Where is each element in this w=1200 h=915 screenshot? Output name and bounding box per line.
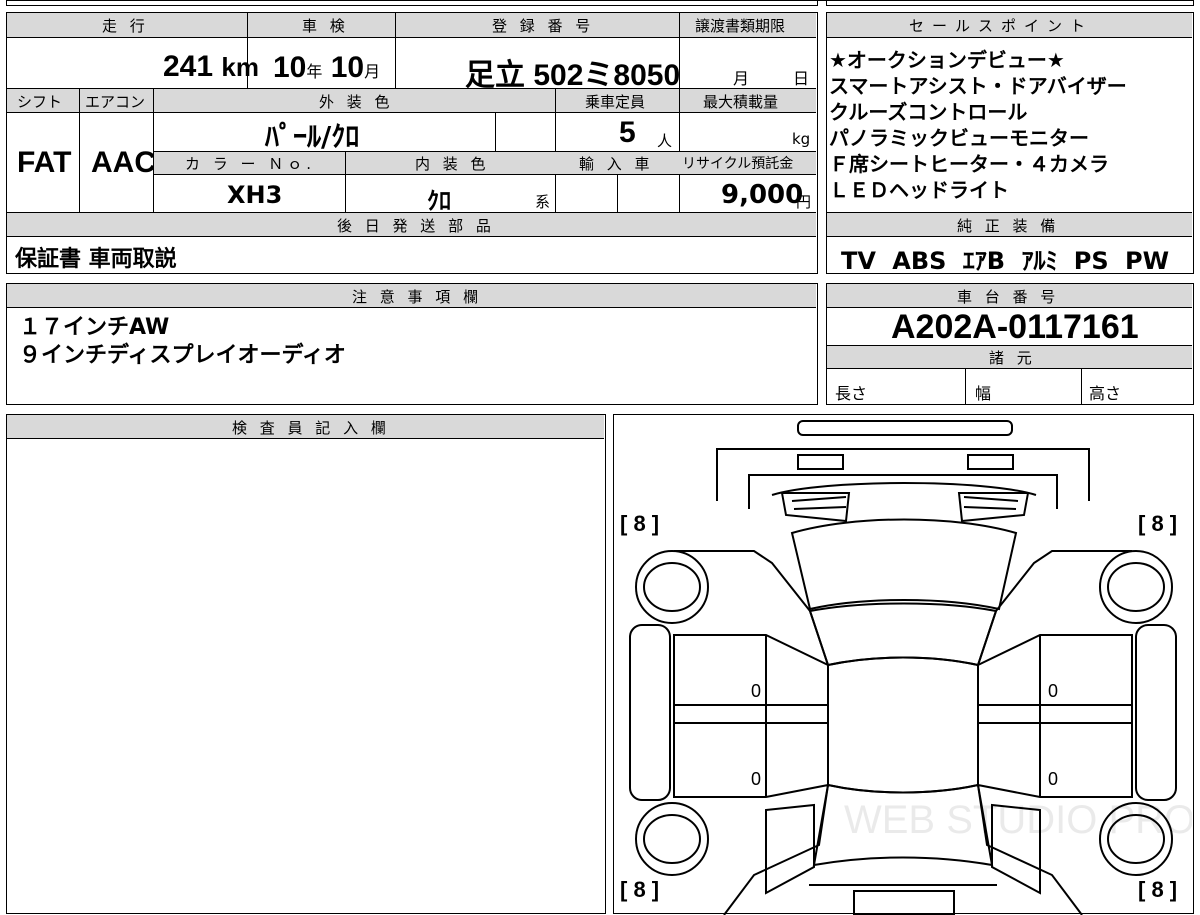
- door-rear-right-score: 0: [1048, 769, 1058, 789]
- aircon-label: エアコン: [85, 93, 146, 111]
- sales-point-line: クルーズコントロール: [829, 100, 1028, 124]
- shaken-label: 車 検: [302, 17, 349, 35]
- shaken-value: 10年 10月: [273, 51, 381, 84]
- inspector-box: 検 査 員 記 入 欄: [6, 414, 606, 914]
- note-line: ９インチディスプレイオーディオ: [19, 343, 346, 368]
- notes-box: 注 意 事 項 欄 １７インチAW ９インチディスプレイオーディオ: [6, 283, 818, 405]
- chassis-box: 車 台 番 号 A202A-0117161 諸 元 長さ 幅 高さ: [826, 283, 1194, 405]
- car-outline-diagram: [ 8 ] [ 8 ] [ 8 ] [ 8 ] 0 0 0 0 WEB STUD…: [620, 420, 1192, 915]
- capacity-label: 乗車定員: [585, 93, 646, 111]
- door-rear-left-score: 0: [751, 769, 761, 789]
- genuine-equipment-label: 純 正 装 備: [957, 217, 1060, 235]
- watermark: WEB STUDIO PRO: [844, 798, 1192, 842]
- transfer-day: 日: [793, 69, 810, 88]
- note-line: １７インチAW: [19, 315, 170, 340]
- import-label: 輸 入 車: [579, 155, 654, 173]
- chassis-value: A202A-0117161: [891, 308, 1139, 346]
- genuine-equipment-value: TV ABS ｴｱB ｱﾙﾐ PS PW: [841, 247, 1170, 275]
- transfer-month: 月: [733, 69, 750, 88]
- later-parts-label: 後 日 発 送 部 品: [337, 217, 495, 235]
- door-front-right-score: 0: [1048, 681, 1058, 701]
- sales-points-label: セールスポイント: [909, 17, 1094, 35]
- sales-point-line: スマートアシスト・ドアバイザー: [829, 74, 1127, 98]
- exterior-color-label: 外 装 色: [319, 93, 394, 111]
- recycle-unit: 円: [796, 193, 812, 211]
- tire-rear-right-rating: [ 8 ]: [1138, 877, 1177, 902]
- top-strip: [6, 0, 818, 6]
- tire-rear-left-rating: [ 8 ]: [620, 877, 659, 902]
- vehicle-diagram: [ 8 ] [ 8 ] [ 8 ] [ 8 ] 0 0 0 0 WEB STUD…: [613, 414, 1194, 915]
- inspector-label: 検 査 員 記 入 欄: [232, 419, 390, 437]
- capacity-value: 5: [619, 116, 636, 149]
- recycle-label: リサイクル預託金: [682, 156, 794, 172]
- chassis-label: 車 台 番 号: [957, 288, 1060, 306]
- sales-point-line: ★オークションデビュー★: [829, 48, 1065, 72]
- registration-label: 登 録 番 号: [492, 17, 595, 35]
- tire-front-left-rating: [ 8 ]: [620, 511, 659, 536]
- interior-color-label: 内 装 色: [415, 155, 490, 173]
- exterior-color-value: ﾊﾟｰﾙ/ｸﾛ: [265, 120, 360, 153]
- color-no-label: カ ラ ー Ｎｏ.: [185, 155, 316, 173]
- door-front-left-score: 0: [751, 681, 761, 701]
- interior-color-value: ｸﾛ: [427, 187, 451, 215]
- mileage-label: 走 行: [102, 17, 149, 35]
- recycle-value: 9,000: [721, 180, 804, 210]
- sales-points-box: セールスポイント ★オークションデビュー★ スマートアシスト・ドアバイザー クル…: [826, 12, 1194, 275]
- spec-length-label: 長さ: [835, 384, 868, 403]
- interior-color-suffix: 系: [535, 193, 551, 211]
- vehicle-info-table: 走 行 車 検 登 録 番 号 譲渡書類期限 241 km 10年 10月 足立…: [6, 12, 818, 274]
- sales-point-line: Ｆ席シートヒーター・４カメラ: [829, 152, 1109, 176]
- capacity-unit: 人: [657, 132, 673, 150]
- max-load-label: 最大積載量: [703, 93, 779, 111]
- specs-label: 諸 元: [989, 349, 1036, 367]
- spec-width-label: 幅: [975, 384, 992, 403]
- tire-front-right-rating: [ 8 ]: [1138, 511, 1177, 536]
- top-strip-right: [826, 0, 1194, 6]
- later-parts-value: 保証書 車両取説: [15, 247, 177, 272]
- spec-height-label: 高さ: [1089, 384, 1122, 403]
- shift-label: シフト: [17, 93, 63, 111]
- mileage-value: 241 km: [163, 50, 259, 83]
- max-load-unit: kg: [792, 130, 811, 148]
- shift-value: FAT: [17, 146, 72, 179]
- sales-point-line: パノラミックビューモニター: [829, 126, 1089, 150]
- aircon-value: AAC: [91, 146, 156, 179]
- notes-label: 注 意 事 項 欄: [352, 288, 483, 306]
- sales-point-line: ＬＥＤヘッドライト: [829, 178, 1009, 202]
- transfer-deadline-label: 譲渡書類期限: [695, 17, 786, 35]
- color-no-value: XH3: [227, 181, 283, 209]
